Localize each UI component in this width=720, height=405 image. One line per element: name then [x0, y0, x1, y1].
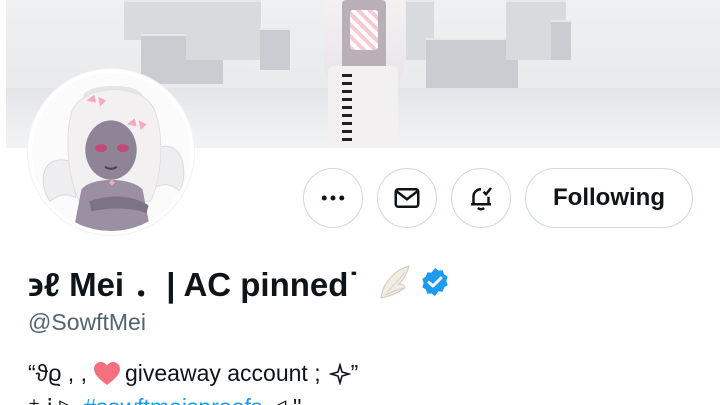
wing-icon	[380, 265, 411, 299]
banner-avatar-figure	[306, 0, 421, 148]
more-button[interactable]	[303, 168, 363, 228]
heart-icon	[93, 361, 120, 385]
bio-line-1: “ϑϱ , , giveaway account ; ”	[28, 360, 358, 387]
verified-icon[interactable]	[419, 266, 451, 298]
bio-text: giveaway account ;	[124, 360, 321, 386]
figure-corset	[350, 10, 378, 50]
bio-line2-suffix: ◁ ''	[262, 394, 302, 405]
profile-name-row: ϶ℓ Mei ．| AC pinned˙	[28, 258, 451, 306]
hashtag-link[interactable]: #sowftmeisproofs	[83, 394, 262, 405]
banner-block	[426, 38, 518, 88]
avatar-illustration	[32, 73, 190, 231]
message-button[interactable]	[377, 168, 437, 228]
profile-handle: @SowftMei	[28, 309, 146, 335]
bio-line-2: ⁺ ⁞ ▷ #sowftmeisproofs ◁ ''	[28, 394, 302, 405]
bell-check-icon	[471, 187, 492, 211]
mail-icon	[394, 188, 420, 208]
sparkle-icon	[328, 362, 351, 385]
more-icon	[321, 195, 345, 201]
profile-avatar[interactable]	[28, 69, 194, 235]
figure-pants	[328, 66, 398, 148]
banner-block	[260, 28, 290, 70]
bio-line2-prefix: ⁺ ⁞ ▷	[28, 394, 83, 405]
banner-block	[551, 20, 571, 60]
display-name: ϶ℓ Mei ．| AC pinned˙	[28, 266, 360, 303]
banner-block	[186, 0, 261, 60]
bio-suffix: ”	[350, 360, 359, 386]
bio-prefix: “ϑϱ , ,	[28, 360, 87, 386]
notifications-button[interactable]	[451, 168, 511, 228]
following-button[interactable]: Following	[525, 168, 693, 228]
